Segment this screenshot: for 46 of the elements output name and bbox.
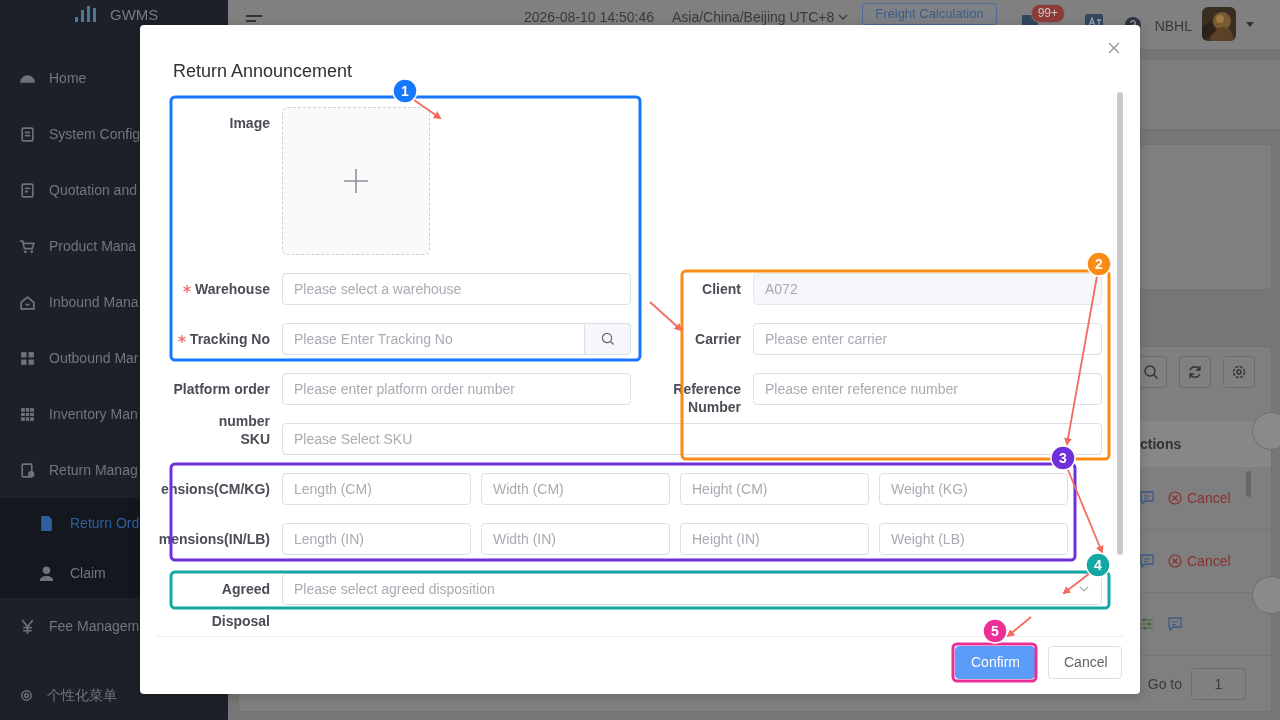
select-field[interactable]: Please select agreed disposition bbox=[282, 573, 1102, 605]
field-label: Warehouse bbox=[195, 280, 270, 299]
text-field[interactable]: Please enter reference number bbox=[753, 373, 1102, 405]
menu-item[interactable]: Product Mana bbox=[0, 218, 228, 274]
goto-label: Go to bbox=[1147, 674, 1182, 694]
confirm-button[interactable]: Confirm bbox=[955, 646, 1035, 679]
field-label: SKU bbox=[240, 430, 270, 449]
text-field[interactable]: Width (CM) bbox=[481, 473, 670, 505]
logo-text: GWMS bbox=[110, 5, 159, 25]
text-field[interactable]: Weight (KG) bbox=[879, 473, 1068, 505]
text-field[interactable]: Length (IN) bbox=[282, 523, 471, 555]
field-label: Image bbox=[229, 114, 270, 133]
menu-item[interactable]: System Config bbox=[0, 106, 228, 162]
text-field[interactable]: Please select a warehouse bbox=[282, 273, 631, 305]
text-field[interactable]: Weight (LB) bbox=[879, 523, 1068, 555]
menu-item[interactable]: 个性化菜单 bbox=[0, 670, 228, 720]
dialog-title: Return Announcement bbox=[173, 60, 353, 82]
field-label: Client bbox=[702, 280, 741, 298]
field-label: Platform order number bbox=[173, 380, 270, 431]
user-name[interactable]: NBHL bbox=[1154, 16, 1192, 37]
text-field[interactable]: Width (IN) bbox=[481, 523, 670, 555]
page-number-field[interactable]: 1 bbox=[1191, 668, 1246, 700]
column-header: ctions bbox=[1140, 434, 1182, 454]
text-field[interactable]: Please enter carrier bbox=[753, 323, 1102, 355]
step-number: 2 bbox=[1086, 251, 1112, 277]
notification-badge: 99+ bbox=[1030, 4, 1065, 23]
text-field[interactable]: Height (CM) bbox=[680, 473, 869, 505]
cancel-button[interactable]: Cancel bbox=[1048, 646, 1122, 679]
cancel-link[interactable]: Cancel bbox=[1168, 550, 1231, 572]
date-time: 2026-08-10 14:50:46 bbox=[524, 8, 654, 27]
step-number: 4 bbox=[1085, 552, 1111, 578]
step-number: 1 bbox=[392, 78, 418, 104]
text-field[interactable]: Height (IN) bbox=[680, 523, 869, 555]
text-field[interactable]: Please Enter Tracking No bbox=[282, 323, 585, 355]
text-field[interactable]: Length (CM) bbox=[282, 473, 471, 505]
field-label: Carrier bbox=[695, 330, 741, 348]
cancel-link[interactable]: Cancel bbox=[1168, 487, 1231, 509]
timezone-select[interactable]: Asia/China/Beijing UTC+8 bbox=[672, 7, 835, 28]
step-number: 5 bbox=[982, 618, 1008, 644]
text-field[interactable]: Please enter platform order number bbox=[282, 373, 631, 405]
menu-item[interactable]: Quotation and bbox=[0, 162, 228, 218]
step-number: 3 bbox=[1050, 445, 1076, 471]
field-label: Tracking No bbox=[189, 330, 270, 349]
freight-calculation-button[interactable]: Freight Calculation bbox=[862, 3, 997, 25]
disabled-field: A072 bbox=[753, 273, 1102, 305]
field-label: Agreed Disposal bbox=[211, 580, 270, 631]
